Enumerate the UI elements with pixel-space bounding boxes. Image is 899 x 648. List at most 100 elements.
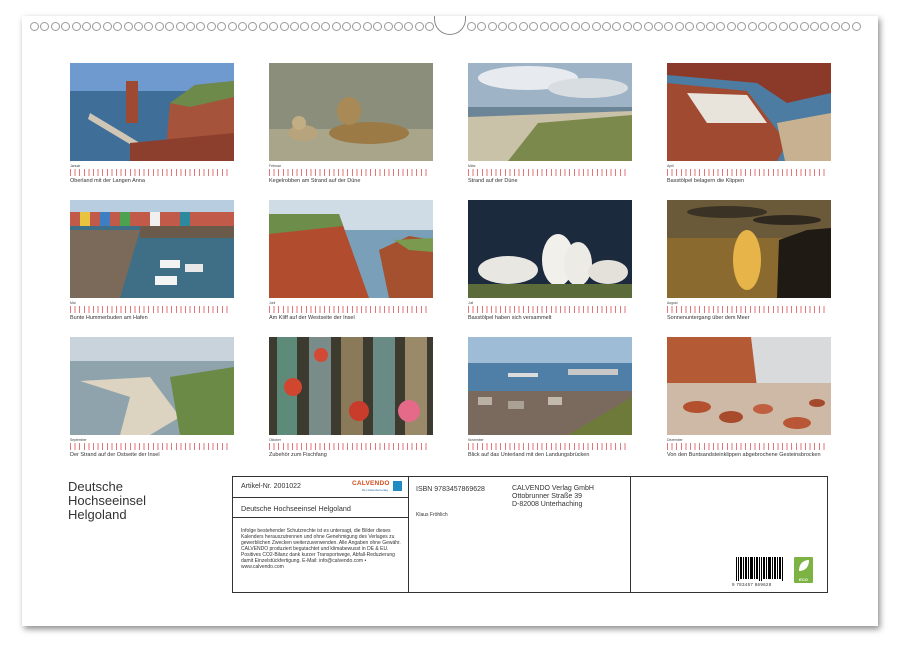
calendar-title-line: Helgoland: [68, 508, 146, 522]
publisher-line: Ottobrunner Straße 39: [512, 493, 594, 501]
photo-hummerbuden: [70, 200, 234, 298]
binding-hole: [259, 22, 268, 31]
photo-seals: [269, 63, 433, 161]
photo-caption: Blick auf das Unterland mit den Landungs…: [468, 452, 632, 458]
photo-lange-anna: [70, 63, 234, 161]
day-grid: [269, 169, 427, 176]
day-grid: [269, 443, 427, 450]
binding-hole: [654, 22, 663, 31]
photo-unterland: [468, 337, 632, 435]
binding-hole: [592, 22, 601, 31]
binding-hole: [311, 22, 320, 31]
binding-hole: [103, 22, 112, 31]
binding-hole: [155, 22, 164, 31]
product-info-box: Artikel-Nr. 2001022 CALVENDO Der Kalende…: [232, 476, 828, 593]
photo-fishing-gear: [269, 337, 433, 435]
month-tile-october: Oktober Zubehör zum Fischfang: [269, 337, 433, 458]
binding-hole: [51, 22, 60, 31]
publisher-line: CALVENDO Verlag GmbH: [512, 485, 594, 493]
binding-hole: [134, 22, 143, 31]
photo-gannets-gathered: [468, 200, 632, 298]
binding-hole: [664, 22, 673, 31]
binding-hole: [186, 22, 195, 31]
binding-hole: [300, 22, 309, 31]
binding-hole: [623, 22, 632, 31]
day-grid: [667, 169, 825, 176]
binding-hole: [737, 22, 746, 31]
day-grid: [667, 443, 825, 450]
photo-sandstone-rocks: [667, 337, 831, 435]
day-grid: [269, 306, 427, 313]
month-tile-january: Januar Oberland mit der Langen Anna: [70, 63, 234, 184]
binding-hole: [113, 22, 122, 31]
binding-hole: [644, 22, 653, 31]
binding-hole: [685, 22, 694, 31]
photo-caption: Am Kliff auf der Westseite der Insel: [269, 315, 433, 321]
author-name: Klaus Fröhlich: [416, 512, 448, 518]
binding-hole: [571, 22, 580, 31]
photo-caption: Der Strand auf der Ostseite der Insel: [70, 452, 234, 458]
month-tile-december: Dezember Von den Buntsandsteinklippen ab…: [667, 337, 831, 458]
binding-hole: [602, 22, 611, 31]
binding-hole: [498, 22, 507, 31]
photo-caption: Kegelrobben am Strand auf der Düne: [269, 178, 433, 184]
binding-hole: [581, 22, 590, 31]
photo-gannets-cliffs: [667, 63, 831, 161]
month-tile-april: April Basstölpel belagern die Klippen: [667, 63, 831, 184]
article-number-row: Artikel-Nr. 2001022 CALVENDO Der Kalende…: [233, 477, 408, 498]
month-tile-may: Mai Bunte Hummerbuden am Hafen: [70, 200, 234, 321]
calendar-title-line: Deutsche: [68, 480, 146, 494]
binding-hole: [508, 22, 517, 31]
binding-hole: [342, 22, 351, 31]
binding-hole: [425, 22, 434, 31]
legal-notice: Infolge bestehender Schutzrechte ist es …: [241, 528, 401, 570]
binding-hole: [675, 22, 684, 31]
month-tile-august: August Sonnenuntergang über dem Meer: [667, 200, 831, 321]
photo-caption: Sonnenuntergang über dem Meer: [667, 315, 831, 321]
binding-hole: [217, 22, 226, 31]
photo-dune-beach: [468, 63, 632, 161]
binding-hole: [321, 22, 330, 31]
binding-hole: [124, 22, 133, 31]
binding-hole: [196, 22, 205, 31]
calvendo-logo-text: CALVENDO: [352, 480, 390, 487]
photo-caption: Strand auf der Düne: [468, 178, 632, 184]
month-label: März: [468, 164, 632, 168]
binding-hole: [207, 22, 216, 31]
eco-label: ECO: [794, 577, 813, 582]
binding-hole: [394, 22, 403, 31]
binding-hole: [384, 22, 393, 31]
day-grid: [70, 443, 228, 450]
binding-hole: [30, 22, 39, 31]
calvendo-flag-icon: [393, 481, 402, 491]
month-label: Juni: [269, 301, 433, 305]
binding-hole: [716, 22, 725, 31]
day-grid: [468, 443, 626, 450]
photo-caption: Oberland mit der Langen Anna: [70, 178, 234, 184]
binding-hole: [467, 22, 476, 31]
binding-hole: [852, 22, 861, 31]
day-grid: [70, 169, 228, 176]
calendar-title: Deutsche Hochseeinsel Helgoland: [68, 480, 146, 522]
product-info-middle: ISBN 9783457869628 Klaus Fröhlich CALVEN…: [408, 477, 631, 592]
month-label: November: [468, 438, 632, 442]
binding-hole: [373, 22, 382, 31]
month-tile-november: November Blick auf das Unterland mit den…: [468, 337, 632, 458]
binding-hole: [779, 22, 788, 31]
binding-hole: [72, 22, 81, 31]
binding-hole: [727, 22, 736, 31]
binding-hole: [332, 22, 341, 31]
day-grid: [468, 306, 626, 313]
month-label: Januar: [70, 164, 234, 168]
month-label: Februar: [269, 164, 433, 168]
calvendo-logo: CALVENDO Der Kalenderverlag: [352, 480, 402, 495]
month-tile-september: September Der Strand auf der Ostseite de…: [70, 337, 234, 458]
photo-east-beach: [70, 337, 234, 435]
publisher-line: D-82008 Unterhaching: [512, 501, 594, 509]
binding-hole: [248, 22, 257, 31]
binding-hole: [165, 22, 174, 31]
binding-hole: [363, 22, 372, 31]
binding-hole: [612, 22, 621, 31]
binding-hole: [841, 22, 850, 31]
binding-hole: [633, 22, 642, 31]
